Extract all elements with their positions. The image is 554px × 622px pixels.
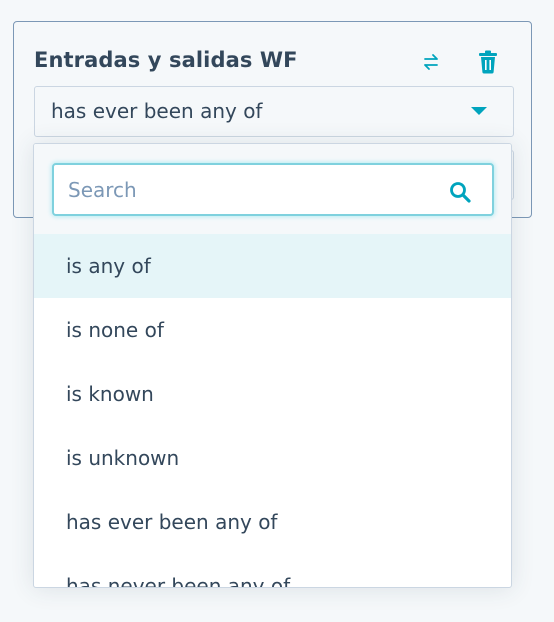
search-box[interactable] <box>52 163 494 216</box>
operator-select[interactable]: has ever been any of <box>34 86 514 137</box>
option-is-known[interactable]: is known <box>34 362 511 426</box>
search-input[interactable] <box>68 176 438 204</box>
option-has-ever-been-any-of[interactable]: has ever been any of <box>34 490 511 554</box>
operator-dropdown-menu: is any of is none of is known is unknown… <box>33 143 512 588</box>
option-has-never-been-any-of[interactable]: has never been any of <box>34 554 511 587</box>
trash-icon <box>479 50 497 74</box>
option-is-any-of[interactable]: is any of <box>34 234 511 298</box>
delete-button[interactable] <box>474 48 502 76</box>
search-icon[interactable] <box>448 180 472 204</box>
dropdown-search-area <box>34 144 511 234</box>
options-list: is any of is none of is known is unknown… <box>34 234 511 587</box>
option-is-none-of[interactable]: is none of <box>34 298 511 362</box>
caret-down-icon <box>471 107 487 115</box>
option-is-unknown[interactable]: is unknown <box>34 426 511 490</box>
swap-button[interactable] <box>417 48 445 76</box>
operator-select-value: has ever been any of <box>51 99 263 123</box>
filter-title: Entradas y salidas WF <box>34 48 298 72</box>
swap-arrows-icon <box>424 54 438 70</box>
